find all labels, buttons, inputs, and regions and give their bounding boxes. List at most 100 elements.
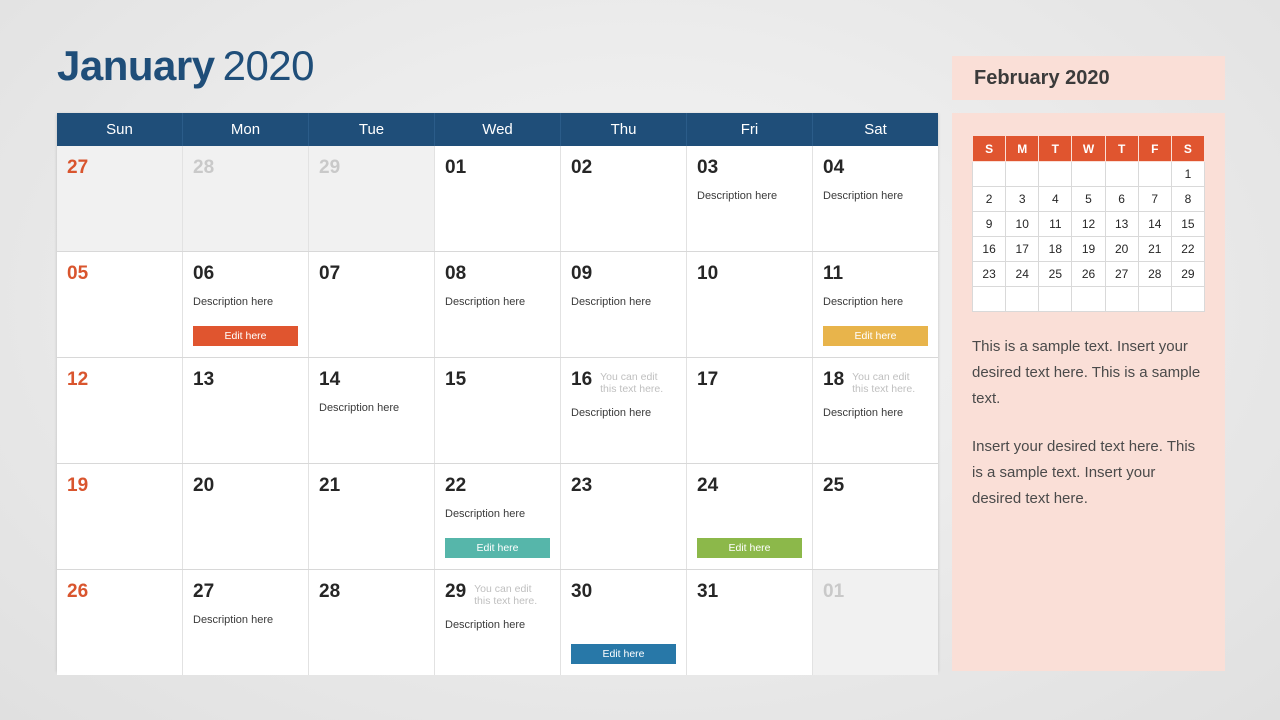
day-description[interactable]: Description here (193, 296, 298, 309)
calendar-day-cell[interactable]: 29 You can edit this text here. Descriptio… (435, 570, 561, 675)
mini-calendar-day[interactable]: 28 (1137, 261, 1172, 287)
calendar-day-cell[interactable]: 16 You can edit this text here. Descriptio… (561, 358, 687, 463)
edit-here-button[interactable]: Edit here (193, 326, 298, 346)
mini-calendar-day[interactable]: 26 (1071, 261, 1106, 287)
calendar-day-cell[interactable]: 25 (813, 464, 938, 569)
calendar-day-cell[interactable]: 11 Description here Edit here (813, 252, 938, 357)
day-description[interactable]: Description here (823, 296, 928, 309)
day-description[interactable]: Description here (697, 190, 802, 203)
calendar-day-cell[interactable]: 19 (57, 464, 183, 569)
mini-calendar-day[interactable]: 7 (1137, 186, 1172, 212)
mini-calendar-day[interactable]: 17 (1005, 236, 1040, 262)
calendar-day-cell[interactable]: 29 (309, 146, 435, 251)
calendar-day-cell[interactable]: 02 (561, 146, 687, 251)
calendar-day-cell[interactable]: 04 Description here (813, 146, 938, 251)
mini-calendar-day[interactable]: 2 (971, 186, 1007, 212)
calendar-day-cell[interactable]: 10 (687, 252, 813, 357)
day-header: 08 (445, 264, 550, 284)
calendar-day-cell[interactable]: 06 Description here Edit here (183, 252, 309, 357)
day-description[interactable]: Description here (571, 296, 676, 309)
mini-calendar-day[interactable]: 25 (1038, 261, 1073, 287)
mini-calendar-day[interactable] (1104, 286, 1139, 312)
day-note[interactable]: You can edit this text here. (474, 582, 550, 607)
calendar-day-cell[interactable]: 31 (687, 570, 813, 675)
mini-calendar-day[interactable] (1005, 161, 1040, 187)
calendar-day-cell[interactable]: 27 (57, 146, 183, 251)
calendar-day-cell[interactable]: 24 Edit here (687, 464, 813, 569)
mini-calendar-day[interactable]: 15 (1170, 211, 1206, 237)
day-note[interactable]: You can edit this text here. (600, 370, 676, 395)
mini-calendar-day[interactable] (1005, 286, 1040, 312)
calendar-day-cell[interactable]: 01 (435, 146, 561, 251)
sidebar-paragraph[interactable]: Insert your desired text here. This is a… (972, 434, 1205, 512)
mini-calendar-day[interactable]: 16 (971, 236, 1007, 262)
mini-calendar-day[interactable]: 24 (1005, 261, 1040, 287)
day-description[interactable]: Description here (445, 508, 550, 521)
mini-calendar-day[interactable]: 12 (1071, 211, 1106, 237)
calendar-day-cell[interactable]: 03 Description here (687, 146, 813, 251)
mini-calendar-day[interactable]: 4 (1038, 186, 1073, 212)
day-description[interactable]: Description here (445, 619, 550, 632)
mini-calendar-day[interactable] (971, 161, 1007, 187)
edit-here-button[interactable]: Edit here (571, 644, 676, 664)
day-description[interactable]: Description here (571, 407, 676, 420)
mini-calendar-day[interactable] (1137, 286, 1172, 312)
calendar-day-cell[interactable]: 27 Description here (183, 570, 309, 675)
mini-calendar-day[interactable]: 20 (1104, 236, 1139, 262)
mini-calendar-day[interactable]: 3 (1005, 186, 1040, 212)
day-description[interactable]: Description here (823, 407, 928, 420)
calendar-day-cell[interactable]: 23 (561, 464, 687, 569)
mini-calendar-day[interactable]: 6 (1104, 186, 1139, 212)
mini-calendar-day[interactable]: 10 (1005, 211, 1040, 237)
calendar-day-cell[interactable]: 28 (183, 146, 309, 251)
calendar-day-cell[interactable]: 08 Description here (435, 252, 561, 357)
calendar-day-cell[interactable]: 17 (687, 358, 813, 463)
mini-calendar-day[interactable]: 19 (1071, 236, 1106, 262)
calendar-day-cell[interactable]: 18 You can edit this text here. Descriptio… (813, 358, 938, 463)
calendar-day-cell[interactable]: 30 Edit here (561, 570, 687, 675)
day-description[interactable]: Description here (823, 190, 928, 203)
mini-calendar-day[interactable]: 22 (1170, 236, 1206, 262)
mini-calendar-day[interactable]: 8 (1170, 186, 1206, 212)
mini-calendar-day[interactable]: 5 (1071, 186, 1106, 212)
mini-calendar-day[interactable]: 9 (971, 211, 1007, 237)
mini-calendar-day[interactable]: 11 (1038, 211, 1073, 237)
mini-calendar-day[interactable] (971, 286, 1007, 312)
mini-calendar-day[interactable]: 13 (1104, 211, 1139, 237)
mini-calendar-day[interactable] (1137, 161, 1172, 187)
calendar-day-cell[interactable]: 07 (309, 252, 435, 357)
edit-here-button[interactable]: Edit here (697, 538, 802, 558)
calendar-day-cell[interactable]: 05 (57, 252, 183, 357)
calendar-day-cell[interactable]: 15 (435, 358, 561, 463)
day-description[interactable]: Description here (319, 402, 424, 415)
mini-calendar-day[interactable]: 27 (1104, 261, 1139, 287)
sidebar-paragraph[interactable]: This is a sample text. Insert your desir… (972, 334, 1205, 412)
calendar-day-cell[interactable]: 26 (57, 570, 183, 675)
calendar-day-cell[interactable]: 28 (309, 570, 435, 675)
calendar-day-cell[interactable]: 21 (309, 464, 435, 569)
mini-calendar-day[interactable]: 21 (1137, 236, 1172, 262)
calendar-day-cell[interactable]: 09 Description here (561, 252, 687, 357)
mini-calendar-day[interactable] (1104, 161, 1139, 187)
mini-calendar-day[interactable]: 23 (971, 261, 1007, 287)
day-description[interactable]: Description here (193, 614, 298, 627)
edit-here-button[interactable]: Edit here (823, 326, 928, 346)
mini-calendar-day[interactable]: 18 (1038, 236, 1073, 262)
calendar-day-cell[interactable]: 12 (57, 358, 183, 463)
mini-calendar-day[interactable] (1038, 286, 1073, 312)
edit-here-button[interactable]: Edit here (445, 538, 550, 558)
day-description[interactable]: Description here (445, 296, 550, 309)
calendar-day-cell[interactable]: 13 (183, 358, 309, 463)
mini-calendar-day[interactable] (1071, 161, 1106, 187)
calendar-day-cell[interactable]: 20 (183, 464, 309, 569)
calendar-day-cell[interactable]: 22 Description here Edit here (435, 464, 561, 569)
day-note[interactable]: You can edit this text here. (852, 370, 928, 395)
mini-calendar-day[interactable]: 29 (1170, 261, 1206, 287)
mini-calendar-day[interactable] (1170, 286, 1206, 312)
mini-calendar-day[interactable]: 14 (1137, 211, 1172, 237)
calendar-day-cell[interactable]: 01 (813, 570, 938, 675)
mini-calendar-day[interactable]: 1 (1170, 161, 1206, 187)
mini-calendar-day[interactable] (1038, 161, 1073, 187)
mini-calendar-day[interactable] (1071, 286, 1106, 312)
calendar-day-cell[interactable]: 14 Description here (309, 358, 435, 463)
